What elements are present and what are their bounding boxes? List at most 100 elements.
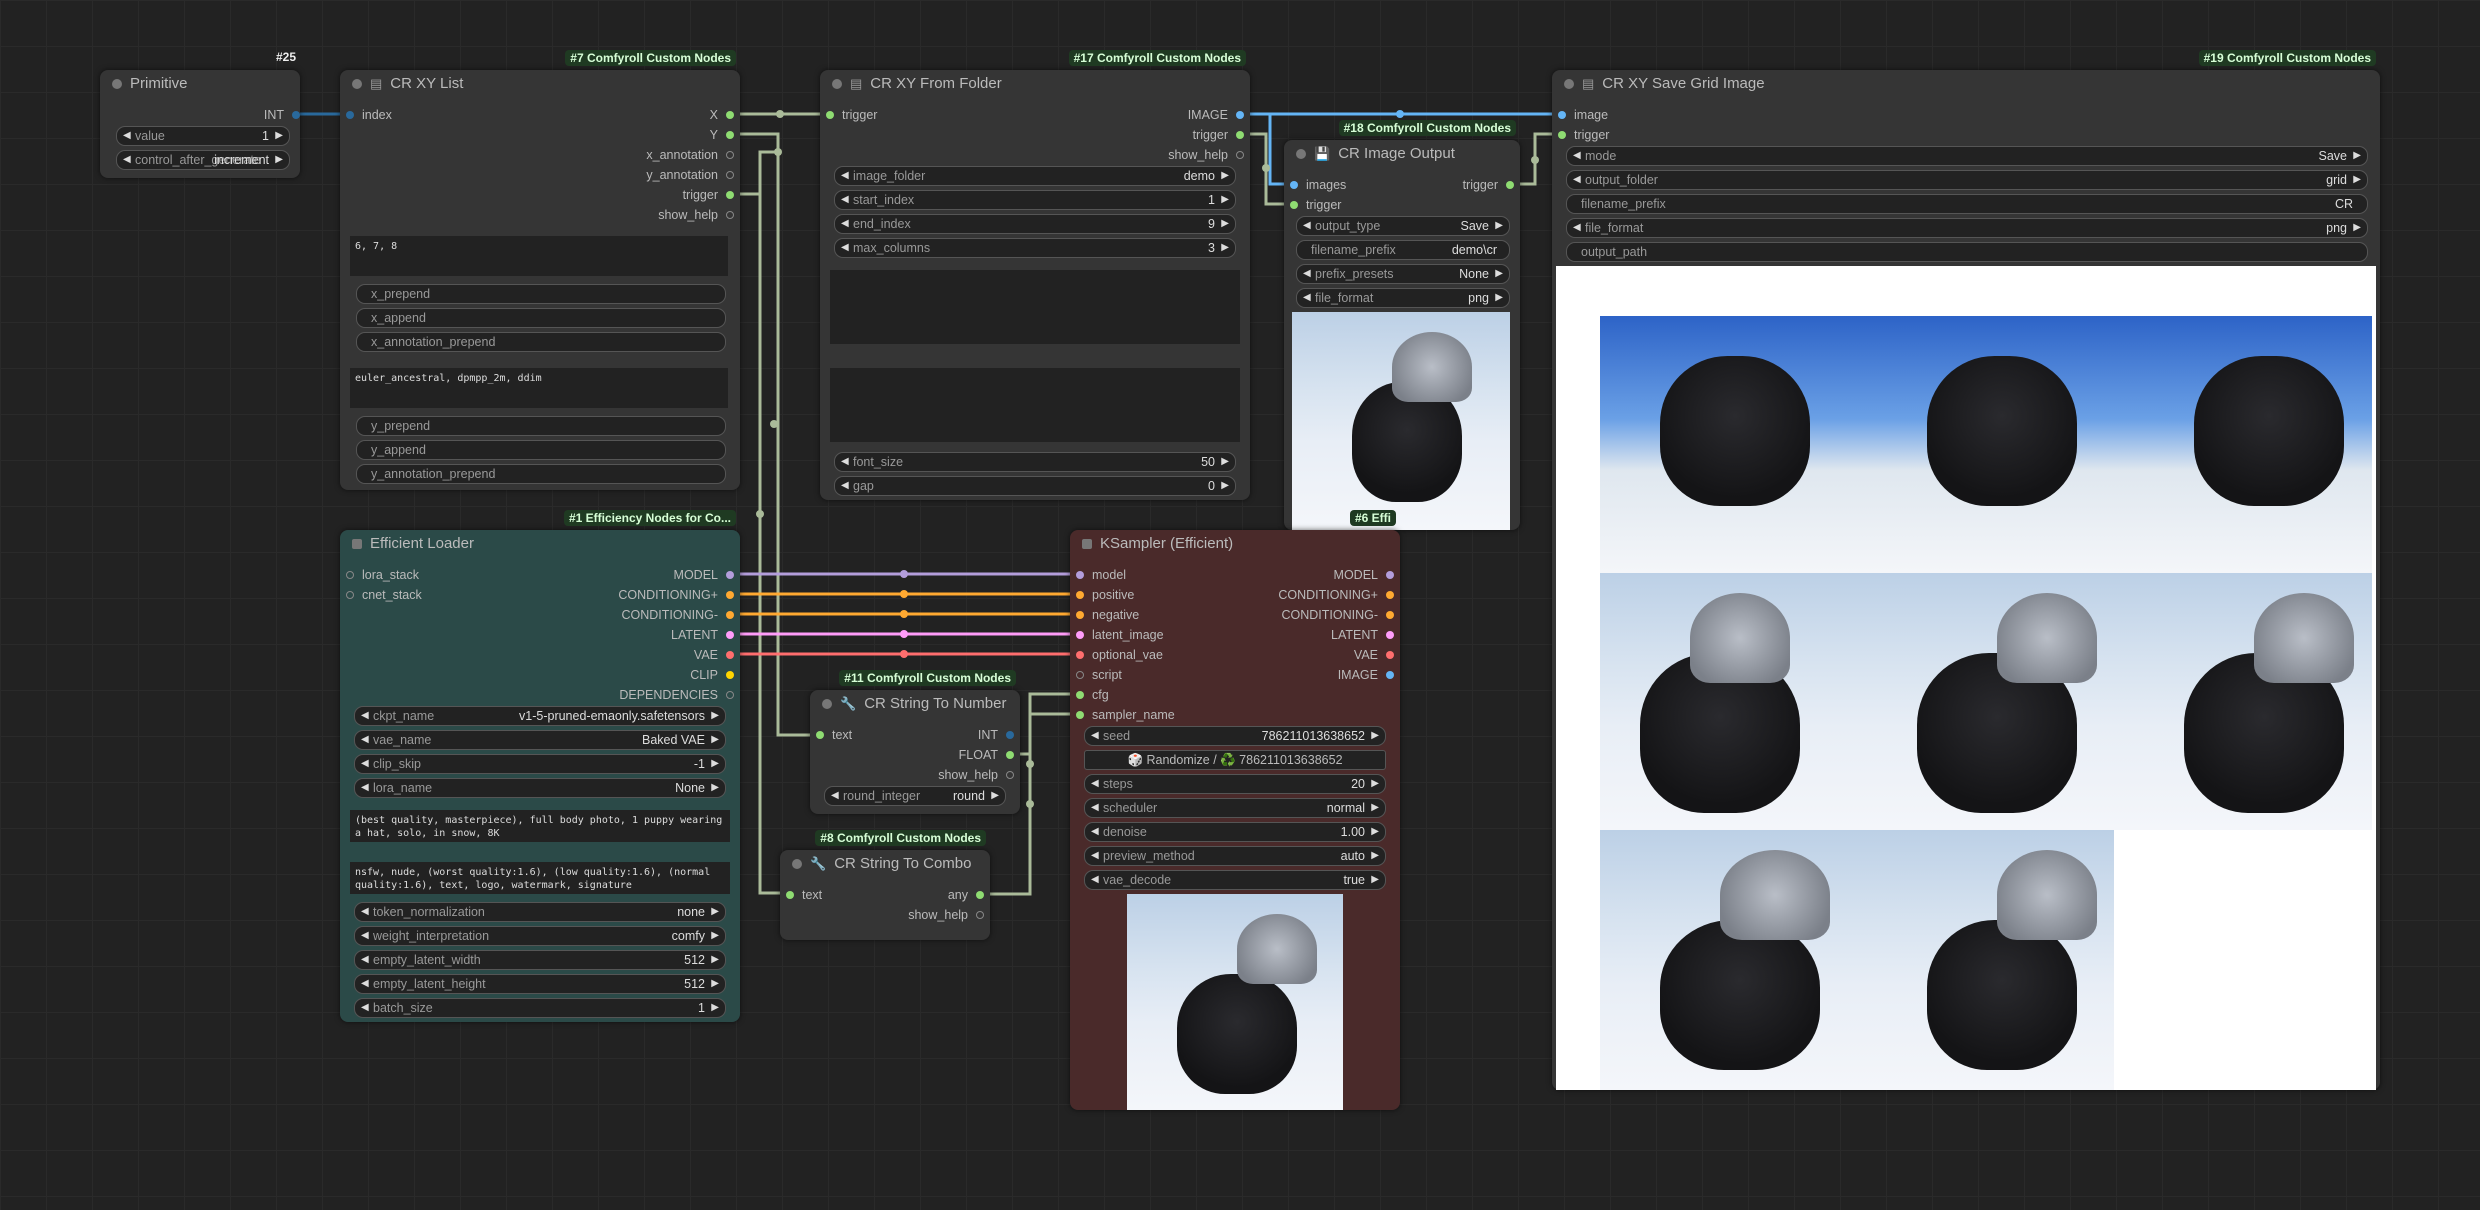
lora-name-widget[interactable]: ◀ lora_name None ▶	[354, 778, 726, 798]
x-values-textarea[interactable]: 6, 7, 8	[350, 236, 728, 276]
output-slot-conditioning-pos[interactable]: CONDITIONING+	[618, 586, 734, 604]
end-index-widget[interactable]: ◀ end_index 9 ▶	[834, 214, 1236, 234]
output-slot-y-annotation[interactable]: y_annotation	[646, 166, 734, 184]
cr-xy-save-grid-image-node[interactable]: #19 Comfyroll Custom Nodes ▤ CR XY Save G…	[1552, 50, 2380, 1090]
collapse-dot-icon[interactable]	[792, 859, 802, 869]
seed-widget[interactable]: ◀ seed 786211013638652 ▶	[1084, 726, 1386, 746]
output-slot-trigger[interactable]: trigger	[683, 186, 734, 204]
node-header[interactable]: 🔧 CR String To Number	[810, 690, 1020, 718]
input-slot-cnet-stack[interactable]: cnet_stack	[346, 586, 422, 604]
output-slot-x[interactable]: X	[710, 106, 734, 124]
file-format-widget[interactable]: ◀ file_format png ▶	[1296, 288, 1510, 308]
denoise-widget[interactable]: ◀ denoise 1.00 ▶	[1084, 822, 1386, 842]
output-slot-y[interactable]: Y	[710, 126, 734, 144]
output-folder-widget[interactable]: ◀ output_folder grid ▶	[1566, 170, 2368, 190]
output-slot-conditioning-neg[interactable]: CONDITIONING-	[1281, 606, 1394, 624]
cr-image-output-node[interactable]: #18 Comfyroll Custom Nodes 💾 CR Image Out…	[1284, 120, 1520, 530]
cr-string-to-combo-node[interactable]: #8 Comfyroll Custom Nodes 🔧 CR String To …	[780, 830, 990, 940]
gap-widget[interactable]: ◀ gap 0 ▶	[834, 476, 1236, 496]
input-slot-image[interactable]: image	[1558, 106, 1608, 124]
positive-prompt-textarea[interactable]: (best quality, masterpiece), full body p…	[350, 810, 730, 842]
output-slot-vae[interactable]: VAE	[694, 646, 734, 664]
round-integer-widget[interactable]: ◀ round_integer round ▶	[824, 786, 1006, 806]
collapse-dot-icon[interactable]	[112, 79, 122, 89]
cr-string-to-number-node[interactable]: #11 Comfyroll Custom Nodes 🔧 CR String To…	[810, 670, 1020, 814]
output-slot-int[interactable]: INT	[264, 106, 300, 124]
input-slot-script[interactable]: script	[1076, 666, 1122, 684]
prefix-presets-widget[interactable]: ◀ prefix_presets None ▶	[1296, 264, 1510, 284]
output-slot-int[interactable]: INT	[978, 726, 1014, 744]
collapse-dot-icon[interactable]	[352, 79, 362, 89]
output-slot-clip[interactable]: CLIP	[690, 666, 734, 684]
input-slot-optional-vae[interactable]: optional_vae	[1076, 646, 1163, 664]
output-slot-latent[interactable]: LATENT	[1331, 626, 1394, 644]
input-slot-lora-stack[interactable]: lora_stack	[346, 566, 419, 584]
output-slot-image[interactable]: IMAGE	[1338, 666, 1394, 684]
collapse-dot-icon[interactable]	[832, 79, 842, 89]
mode-widget[interactable]: ◀ mode Save ▶	[1566, 146, 2368, 166]
filename-prefix-field[interactable]: filename_prefix demo\cr	[1296, 240, 1510, 260]
collapse-dot-icon[interactable]	[1564, 79, 1574, 89]
input-slot-latent-image[interactable]: latent_image	[1076, 626, 1164, 644]
y-append-field[interactable]: y_append	[356, 440, 726, 460]
ksampler-efficient-node[interactable]: #6 Effi KSampler (Efficient) model posit…	[1070, 510, 1400, 1110]
x-annotation-prepend-field[interactable]: x_annotation_prepend	[356, 332, 726, 352]
output-slot-conditioning-pos[interactable]: CONDITIONING+	[1278, 586, 1394, 604]
input-slot-positive[interactable]: positive	[1076, 586, 1134, 604]
primitive-node[interactable]: #25 Primitive INT ◀ value 1 ▶ ◀ control_afte…	[100, 50, 300, 178]
collapse-dot-icon[interactable]	[1296, 149, 1306, 159]
node-header[interactable]: ▤ CR XY Save Grid Image	[1552, 70, 2380, 98]
value-widget[interactable]: ◀ value 1 ▶	[116, 126, 290, 146]
negative-prompt-textarea[interactable]: nsfw, nude, (worst quality:1.6), (low qu…	[350, 862, 730, 894]
grid-preview-image[interactable]	[1556, 266, 2376, 1090]
collapse-dot-icon[interactable]	[822, 699, 832, 709]
input-slot-model[interactable]: model	[1076, 566, 1126, 584]
ksampler-preview-image[interactable]	[1127, 894, 1343, 1110]
output-slot-x-annotation[interactable]: x_annotation	[646, 146, 734, 164]
collapse-square-icon[interactable]	[352, 539, 362, 549]
output-slot-model[interactable]: MODEL	[1334, 566, 1394, 584]
output-slot-conditioning-neg[interactable]: CONDITIONING-	[621, 606, 734, 624]
control-after-generate-widget[interactable]: ◀ control_after_generate increment ▶	[116, 150, 290, 170]
max-columns-widget[interactable]: ◀ max_columns 3 ▶	[834, 238, 1236, 258]
output-slot-trigger[interactable]: trigger	[1463, 176, 1514, 194]
x-prepend-field[interactable]: x_prepend	[356, 284, 726, 304]
output-slot-show-help[interactable]: show_help	[658, 206, 734, 224]
input-slot-trigger[interactable]: trigger	[1558, 126, 1609, 144]
input-slot-negative[interactable]: negative	[1076, 606, 1139, 624]
input-slot-cfg[interactable]: cfg	[1076, 686, 1109, 704]
output-slot-show-help[interactable]: show_help	[938, 766, 1014, 784]
input-slot-index[interactable]: index	[346, 106, 392, 124]
output-slot-vae[interactable]: VAE	[1354, 646, 1394, 664]
x-append-field[interactable]: x_append	[356, 308, 726, 328]
node-header[interactable]: KSampler (Efficient)	[1070, 530, 1400, 558]
input-slot-text[interactable]: text	[816, 726, 852, 744]
node-header[interactable]: 🔧 CR String To Combo	[780, 850, 990, 878]
input-slot-images[interactable]: images	[1290, 176, 1346, 194]
output-slot-show-help[interactable]: show_help	[908, 906, 984, 924]
output-slot-model[interactable]: MODEL	[674, 566, 734, 584]
preview-image[interactable]	[1292, 312, 1510, 530]
node-header[interactable]: ▤ CR XY From Folder	[820, 70, 1250, 98]
cr-xy-list-node[interactable]: #7 Comfyroll Custom Nodes ▤ CR XY List in…	[340, 50, 740, 490]
collapse-square-icon[interactable]	[1082, 539, 1092, 549]
empty-latent-height-widget[interactable]: ◀ empty_latent_height 512 ▶	[354, 974, 726, 994]
node-header[interactable]: ▤ CR XY List	[340, 70, 740, 98]
output-slot-show-help[interactable]: show_help	[1168, 146, 1244, 164]
weight-interpretation-widget[interactable]: ◀ weight_interpretation comfy ▶	[354, 926, 726, 946]
image-folder-widget[interactable]: ◀ image_folder demo ▶	[834, 166, 1236, 186]
y-values-textarea[interactable]: euler_ancestral, dpmpp_2m, ddim	[350, 368, 728, 408]
token-normalization-widget[interactable]: ◀ token_normalization none ▶	[354, 902, 726, 922]
output-slot-float[interactable]: FLOAT	[959, 746, 1014, 764]
ckpt-name-widget[interactable]: ◀ ckpt_name v1-5-pruned-emaonly.safetensor…	[354, 706, 726, 726]
file-format-widget[interactable]: ◀ file_format png ▶	[1566, 218, 2368, 238]
input-slot-text[interactable]: text	[786, 886, 822, 904]
output-slot-dependencies[interactable]: DEPENDENCIES	[619, 686, 734, 704]
output-path-field[interactable]: output_path	[1566, 242, 2368, 262]
input-slot-sampler-name[interactable]: sampler_name	[1076, 706, 1175, 724]
annotation-textarea-1[interactable]	[830, 270, 1240, 344]
y-prepend-field[interactable]: y_prepend	[356, 416, 726, 436]
node-header[interactable]: 💾 CR Image Output	[1284, 140, 1520, 168]
font-size-widget[interactable]: ◀ font_size 50 ▶	[834, 452, 1236, 472]
batch-size-widget[interactable]: ◀ batch_size 1 ▶	[354, 998, 726, 1018]
